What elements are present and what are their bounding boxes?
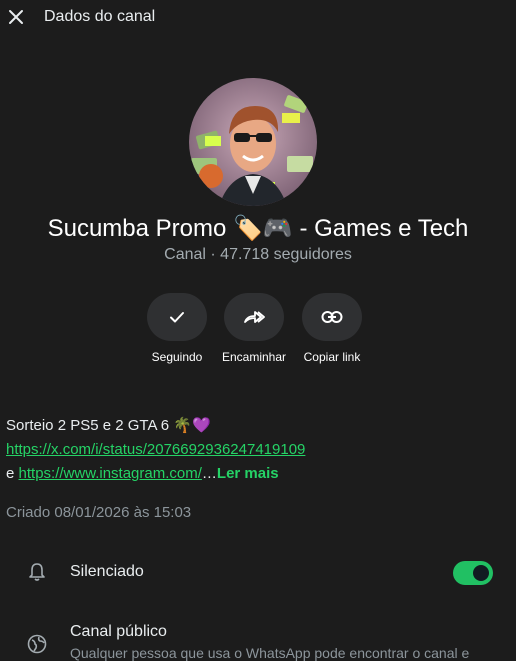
description-link-x[interactable]: https://x.com/i/status/20766929362474191… [6,441,305,458]
forward-circle[interactable] [224,293,284,341]
public-channel-row[interactable]: Canal público Qualquer pessoa que usa o … [0,622,516,661]
channel-name: Sucumba Promo 🏷️🎮 - Games e Tech [47,215,469,242]
mute-toggle[interactable] [453,561,493,585]
following-circle[interactable] [147,293,207,341]
page-title: Dados do canal [44,8,156,25]
mute-setting-row[interactable]: Silenciado [0,561,516,585]
globe-icon [27,634,47,654]
public-channel-label: Canal público [70,623,167,640]
close-button[interactable] [7,8,25,26]
check-icon [170,312,184,323]
bell-icon [27,562,47,582]
following-button[interactable]: Seguindo [137,293,217,364]
forward-label: Encaminhar [221,350,287,364]
avatar-image [189,78,317,206]
toggle-knob [473,565,489,581]
forward-icon [244,311,265,323]
description-link-instagram[interactable]: https://www.instagram.com/ [19,465,202,482]
header: Dados do canal [0,0,516,34]
copy-link-label: Copiar link [303,350,361,364]
channel-description: Sorteio 2 PS5 e 2 GTA 6 🌴💜 https://x.com… [6,414,506,486]
channel-subtitle: Canal · 47.718 seguidores [164,246,352,263]
forward-button[interactable]: Encaminhar [214,293,294,364]
description-line: Sorteio 2 PS5 e 2 GTA 6 🌴💜 [6,417,211,434]
public-channel-description: Qualquer pessoa que usa o WhatsApp pode … [70,645,470,661]
close-icon [9,10,23,24]
link-icon [321,311,343,323]
mute-label: Silenciado [70,563,144,580]
description-ellipsis: … [201,465,217,482]
created-date: Criado 08/01/2026 às 15:03 [6,504,192,521]
action-bar: Seguindo Encaminhar Copiar link [0,293,516,373]
copy-link-button[interactable]: Copiar link [292,293,372,364]
channel-avatar[interactable] [189,78,317,206]
read-more-link[interactable]: Ler mais [217,465,279,482]
copy-link-circle[interactable] [302,293,362,341]
following-label: Seguindo [151,350,203,364]
description-prefix: e [6,465,19,482]
